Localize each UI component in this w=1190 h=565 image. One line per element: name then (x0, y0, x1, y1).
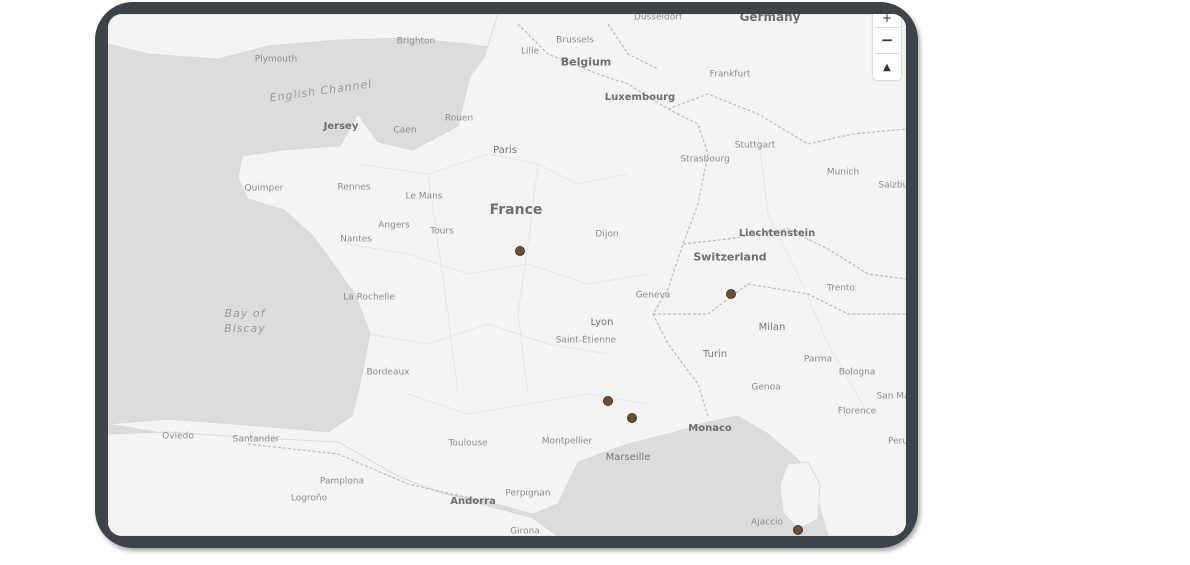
city-label: Munich (826, 167, 860, 178)
city-label: Perpignan (505, 488, 551, 499)
country-label: Luxembourg (604, 92, 676, 103)
country-label: Germany (739, 14, 801, 24)
country-label: Jersey (323, 121, 359, 132)
zoom-in-button[interactable]: + (873, 14, 901, 26)
city-label: Turin (702, 349, 728, 360)
city-label: Marseille (605, 452, 651, 463)
city-label: Milan (758, 322, 786, 333)
city-label: Florence (837, 406, 877, 417)
city-label: Genoa (751, 382, 781, 393)
city-label: Lille (520, 46, 540, 57)
city-label: Paris (493, 145, 517, 156)
city-label: Le Mans (405, 191, 443, 202)
country-label: Liechtenstein (738, 228, 816, 239)
country-label: France (489, 202, 543, 218)
city-label: Logroño (290, 493, 328, 504)
city-label: Oviedo (162, 431, 194, 442)
city-label: Rennes (337, 182, 371, 193)
city-label: Nantes (340, 234, 372, 245)
city-label: Plymouth (254, 54, 298, 65)
city-label: Stuttgart (734, 140, 776, 151)
city-label: Toulouse (448, 438, 488, 449)
city-label: Trento (827, 283, 855, 294)
city-label: Lyon (590, 317, 614, 328)
country-label: Belgium (560, 55, 612, 69)
city-label: Caen (393, 125, 417, 136)
city-label: Peru (887, 436, 906, 447)
map-marker[interactable] (626, 413, 637, 424)
map-marker[interactable] (726, 288, 736, 299)
map-marker[interactable] (603, 396, 614, 406)
basemap (108, 14, 906, 536)
compass-button[interactable]: ▲ (873, 54, 901, 80)
city-label: Dijon (595, 229, 619, 240)
city-label: Ajaccio (750, 517, 784, 528)
city-label: Girona (510, 526, 540, 536)
city-label: Brighton (396, 36, 436, 47)
map-controls: + − ▲ (873, 14, 901, 80)
compass-icon: ▲ (883, 61, 891, 73)
zoom-out-button[interactable]: − (873, 28, 901, 52)
city-label: Salzburg (878, 180, 906, 191)
city-label: Geneva (635, 290, 671, 301)
city-label: Frankfurt (709, 69, 751, 80)
city-label: Dusseldorf (633, 14, 683, 23)
city-label: Bologna (838, 367, 876, 378)
city-label: Brussels (556, 35, 594, 46)
country-label: Switzerland (693, 250, 767, 264)
city-label: Tours (430, 226, 454, 237)
map-marker[interactable] (515, 245, 526, 256)
city-label: Santander (232, 434, 280, 445)
city-label: Strasbourg (680, 154, 730, 165)
country-label: Monaco (688, 423, 732, 434)
water-label: Bay of Biscay (224, 307, 266, 335)
city-label: San Ma (876, 391, 906, 402)
city-label: La Rochelle (343, 292, 395, 303)
city-label: Parma (803, 354, 833, 365)
city-label: Pamplona (319, 476, 365, 487)
map-marker[interactable] (793, 525, 804, 535)
city-label: Saint-Étienne (555, 335, 617, 346)
device-frame: France Germany Belgium Switzerland Luxembour… (95, 2, 918, 548)
city-label: Angers (378, 220, 410, 231)
city-label: Montpellier (541, 436, 593, 447)
city-label: Quimper (244, 183, 284, 194)
city-label: Rouen (444, 113, 474, 124)
country-label: Andorra (450, 496, 496, 507)
map-viewport[interactable]: France Germany Belgium Switzerland Luxembour… (108, 14, 906, 536)
city-label: Bordeaux (366, 367, 410, 378)
